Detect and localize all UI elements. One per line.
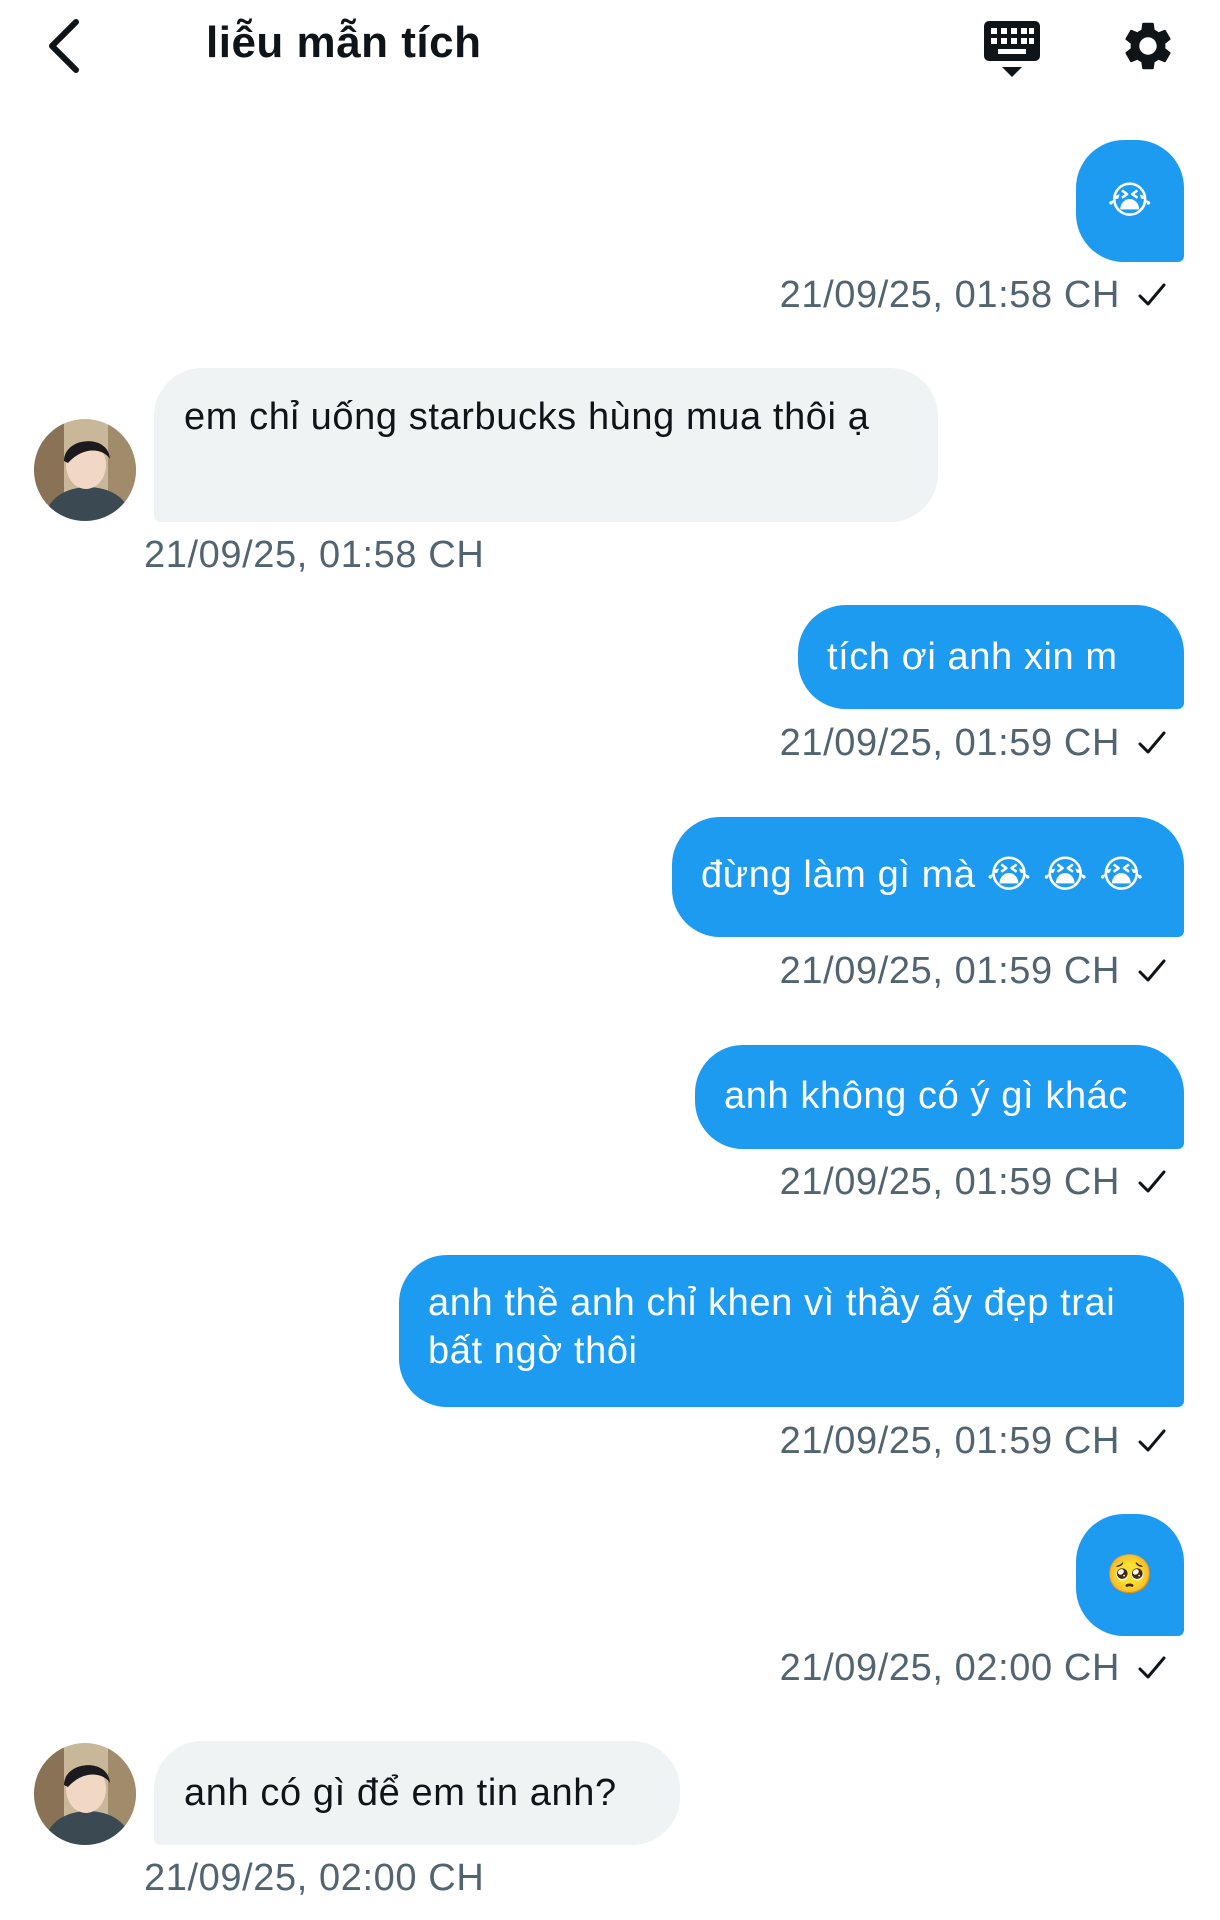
gear-icon	[1125, 22, 1171, 70]
message-bubble-outgoing[interactable]: 😭	[1076, 140, 1184, 262]
message-bubble-incoming[interactable]: anh có gì để em tin anh?	[154, 1741, 680, 1845]
message-bubble-outgoing[interactable]: anh không có ý gì khác	[695, 1045, 1184, 1149]
read-check-icon	[1138, 731, 1166, 754]
avatar[interactable]	[34, 1743, 136, 1845]
message-timestamp: 21/09/25, 01:59 CH	[780, 1161, 1168, 1204]
message-bubble-incoming[interactable]: em chỉ uống starbucks hùng mua thôi ạ	[154, 368, 938, 522]
message-timestamp: 21/09/25, 01:59 CH	[780, 722, 1168, 765]
message-text: anh thề anh chỉ khen vì thầy ấy đẹp trai…	[428, 1282, 1116, 1372]
message-timestamp: 21/09/25, 01:59 CH	[780, 950, 1168, 993]
back-arrow-icon	[49, 19, 79, 73]
conversation-title: liễu mẫn tích	[206, 18, 482, 67]
message-text: tích ơi anh xin m	[827, 636, 1118, 678]
message-text: em chỉ uống starbucks hùng mua thôi ạ	[184, 396, 870, 438]
message-bubble-outgoing[interactable]: 🥺	[1076, 1514, 1184, 1636]
avatar-image	[34, 1743, 136, 1845]
keyboard-icon	[984, 21, 1040, 77]
message-text: anh có gì để em tin anh?	[184, 1772, 617, 1814]
avatar[interactable]	[34, 419, 136, 521]
message-timestamp: 21/09/25, 01:58 CH	[144, 534, 485, 576]
read-check-icon	[1138, 1429, 1166, 1452]
message-timestamp: 21/09/25, 02:00 CH	[144, 1857, 485, 1899]
read-check-icon	[1138, 283, 1166, 306]
message-timestamp: 21/09/25, 02:00 CH	[780, 1647, 1168, 1690]
back-button[interactable]	[36, 14, 92, 78]
message-text: 😭	[1107, 180, 1153, 222]
read-check-icon	[1138, 1656, 1166, 1679]
message-timestamp: 21/09/25, 01:58 CH	[780, 274, 1168, 317]
message-bubble-outgoing[interactable]: anh thề anh chỉ khen vì thầy ấy đẹp trai…	[399, 1255, 1184, 1407]
read-check-icon	[1138, 959, 1166, 982]
message-bubble-outgoing[interactable]: tích ơi anh xin m	[798, 605, 1184, 709]
message-text: anh không có ý gì khác	[724, 1075, 1129, 1117]
message-text: 🥺	[1106, 1554, 1154, 1596]
chat-header: liễu mẫn tích	[0, 0, 1220, 100]
message-bubble-outgoing[interactable]: đừng làm gì mà 😭 😭 😭	[672, 817, 1184, 937]
settings-button[interactable]	[1116, 14, 1180, 78]
read-check-icon	[1138, 1170, 1166, 1193]
keyboard-toggle-button[interactable]	[980, 16, 1044, 84]
avatar-image	[34, 419, 136, 521]
message-timestamp: 21/09/25, 01:59 CH	[780, 1420, 1168, 1463]
message-text: đừng làm gì mà 😭 😭 😭	[701, 854, 1145, 896]
